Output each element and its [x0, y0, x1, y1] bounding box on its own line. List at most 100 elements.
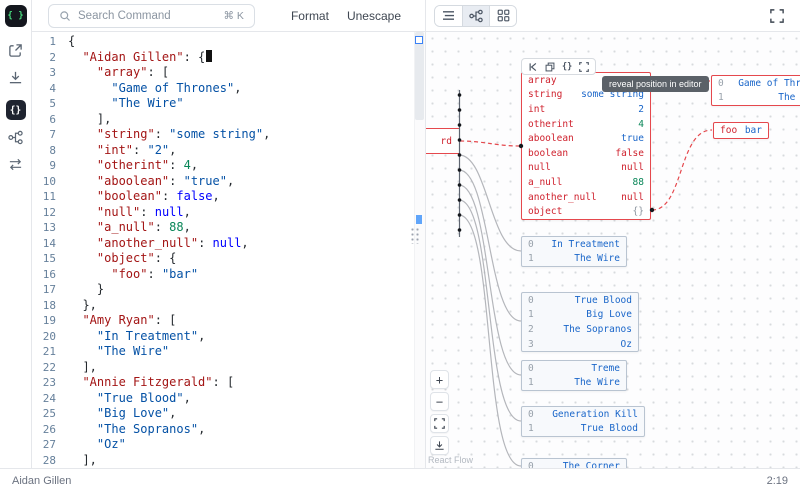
- line-number: 27: [32, 437, 56, 453]
- download-icon[interactable]: [6, 67, 26, 87]
- tree-view-icon[interactable]: [435, 6, 462, 26]
- cursor-position: 2:19: [767, 475, 788, 487]
- line-number: 24: [32, 391, 56, 407]
- line-number: 2: [32, 50, 56, 66]
- editor-line[interactable]: 22 ],: [32, 360, 425, 376]
- text-cursor: [206, 50, 212, 62]
- editor-line[interactable]: 28 ],: [32, 453, 425, 469]
- graph-node-anwan[interactable]: 0Treme1The Wire: [521, 360, 627, 391]
- status-path: Aidan Gillen: [12, 475, 71, 487]
- node-toolbar: {}: [521, 58, 596, 75]
- graph-node-foo[interactable]: foobar: [713, 122, 769, 139]
- line-number: 21: [32, 344, 56, 360]
- graph-view-icon[interactable]: [462, 6, 489, 26]
- editor-line[interactable]: 8 "int": "2",: [32, 143, 425, 159]
- editor-line[interactable]: 12 "null": null,: [32, 205, 425, 221]
- line-number: 1: [32, 34, 56, 50]
- line-number: 17: [32, 282, 56, 298]
- grid-view-icon[interactable]: [489, 6, 516, 26]
- app-logo[interactable]: { }: [5, 5, 27, 27]
- scrollbar-thumb[interactable]: [415, 32, 424, 120]
- line-number: 12: [32, 205, 56, 221]
- editor-line[interactable]: 23 "Annie Fitzgerald": [: [32, 375, 425, 391]
- editor-line[interactable]: 27 "Oz": [32, 437, 425, 453]
- line-number: 7: [32, 127, 56, 143]
- editor-line[interactable]: 17 }: [32, 282, 425, 298]
- editor-line[interactable]: 3 "array": [: [32, 65, 425, 81]
- copy-icon[interactable]: [545, 62, 555, 72]
- zoom-in-icon[interactable]: +: [430, 370, 449, 389]
- export-icon[interactable]: [6, 40, 26, 60]
- reveal-icon[interactable]: {}: [562, 62, 572, 72]
- editor-line[interactable]: 20 "In Treatment",: [32, 329, 425, 345]
- editor-line[interactable]: 21 "The Wire": [32, 344, 425, 360]
- line-number: 26: [32, 422, 56, 438]
- react-flow-attribution[interactable]: React Flow: [428, 455, 473, 465]
- editor-line[interactable]: 6 ],: [32, 112, 425, 128]
- line-number: 15: [32, 251, 56, 267]
- line-number: 23: [32, 375, 56, 391]
- editor-line[interactable]: 2 "Aidan Gillen": {: [32, 50, 425, 66]
- zoom-out-icon[interactable]: −: [430, 392, 449, 411]
- search-shortcut: ⌘ K: [224, 10, 244, 22]
- search-input[interactable]: Search Command ⌘ K: [48, 4, 255, 28]
- line-number: 5: [32, 96, 56, 112]
- graph-node-aidan[interactable]: arraystringsome stringint2otherint4abool…: [521, 72, 651, 220]
- line-number: 18: [32, 298, 56, 314]
- compare-icon[interactable]: [6, 154, 26, 174]
- editor-line[interactable]: 4 "Game of Thrones",: [32, 81, 425, 97]
- search-icon: [59, 10, 71, 22]
- editor-line[interactable]: 1{: [32, 34, 425, 50]
- editor-line[interactable]: 24 "True Blood",: [32, 391, 425, 407]
- json-editor[interactable]: 1{2 "Aidan Gillen": {3 "array": [4 "Game…: [32, 32, 425, 468]
- editor-line[interactable]: 18 },: [32, 298, 425, 314]
- line-number: 4: [32, 81, 56, 97]
- collapse-icon[interactable]: [528, 62, 538, 72]
- editor-line[interactable]: 14 "another_null": null,: [32, 236, 425, 252]
- graph-node-alice[interactable]: 0The Corner: [521, 458, 627, 468]
- editor-line[interactable]: 16 "foo": "bar": [32, 267, 425, 283]
- editor-line[interactable]: 15 "object": {: [32, 251, 425, 267]
- editor-line[interactable]: 11 "boolean": false,: [32, 189, 425, 205]
- focus-icon[interactable]: [579, 62, 589, 72]
- line-number: 9: [32, 158, 56, 174]
- zoom-controls: + −: [430, 370, 449, 455]
- graph-node-alex[interactable]: 0Generation Kill1True Blood: [521, 406, 645, 437]
- line-number: 8: [32, 143, 56, 159]
- editor-line[interactable]: 9 "otherint": 4,: [32, 158, 425, 174]
- editor-line[interactable]: 19 "Amy Ryan": [: [32, 313, 425, 329]
- download-image-icon[interactable]: [430, 436, 449, 455]
- editor-line[interactable]: 5 "The Wire": [32, 96, 425, 112]
- format-button[interactable]: Format: [291, 9, 329, 23]
- unescape-button[interactable]: Unescape: [347, 9, 401, 23]
- editor-header: Search Command ⌘ K Format Unescape: [32, 0, 425, 32]
- graph-node-annie[interactable]: 0True Blood1Big Love2The Sopranos3Oz: [521, 292, 639, 352]
- editor-scrollbar[interactable]: [414, 32, 425, 468]
- editor-lines: 1{2 "Aidan Gillen": {3 "array": [4 "Game…: [32, 34, 425, 468]
- line-number: 3: [32, 65, 56, 81]
- fit-view-icon[interactable]: [430, 414, 449, 433]
- editor-line[interactable]: 7 "string": "some string",: [32, 127, 425, 143]
- reveal-tooltip: reveal position in editor: [602, 76, 709, 92]
- status-bar: Aidan Gillen 2:19: [0, 468, 800, 492]
- root-node-fragment[interactable]: rd: [425, 128, 460, 154]
- editor-line[interactable]: 26 "The Sopranos",: [32, 422, 425, 438]
- flow-view-icon[interactable]: [6, 127, 26, 147]
- panel-resize-handle[interactable]: [409, 226, 419, 244]
- graph-node-amy[interactable]: 0In Treatment1The Wire: [521, 236, 627, 267]
- editor-line[interactable]: 25 "Big Love",: [32, 406, 425, 422]
- line-number: 28: [32, 453, 56, 469]
- fullscreen-icon[interactable]: [766, 5, 788, 27]
- graph-node-got[interactable]: 0Game of Thrones1The Wire: [711, 75, 800, 106]
- line-number: 14: [32, 236, 56, 252]
- editor-view-icon[interactable]: {}: [6, 100, 26, 120]
- left-rail: { } {}: [0, 0, 32, 468]
- line-number: 13: [32, 220, 56, 236]
- line-number: 6: [32, 112, 56, 128]
- editor-line[interactable]: 13 "a_null": 88,: [32, 220, 425, 236]
- line-number: 20: [32, 329, 56, 345]
- editor-line[interactable]: 10 "aboolean": "true",: [32, 174, 425, 190]
- canvas-header: [425, 0, 800, 32]
- view-toggle-group: [434, 5, 517, 27]
- graph-canvas[interactable]: arraystringsome stringint2otherint4abool…: [425, 32, 800, 468]
